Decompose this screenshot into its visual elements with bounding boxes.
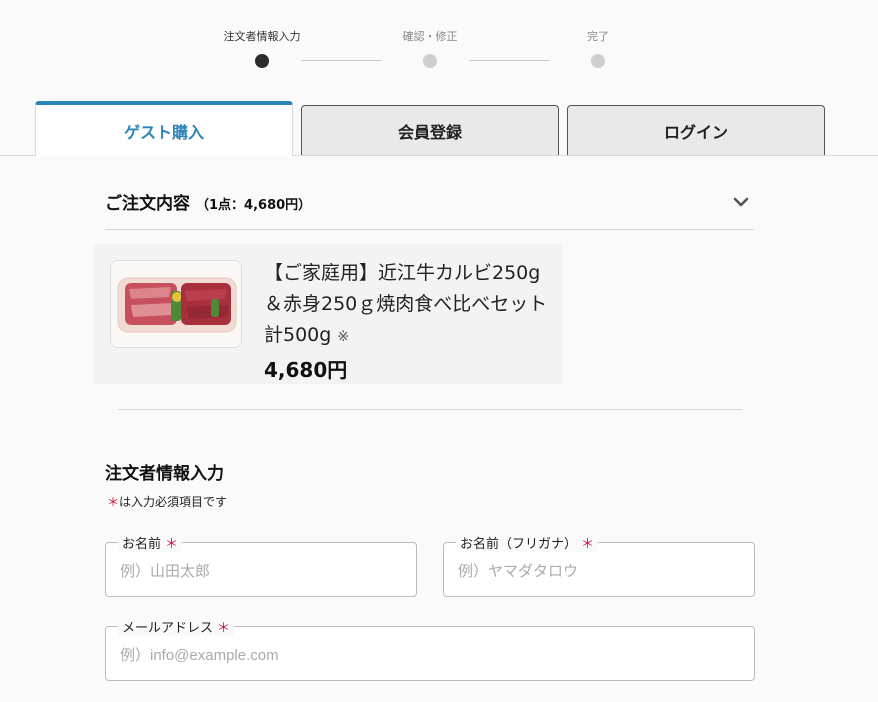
- name-label-text: お名前: [122, 537, 162, 552]
- product-name: 【ご家庭用】近江牛カルビ250g＆赤身250ｇ焼肉食べ比べセット計500g: [264, 262, 548, 346]
- step-label-order-info: 注文者情報入力: [223, 30, 301, 43]
- section-title-order-info: 注文者情報入力: [105, 464, 224, 484]
- email-field-label: メールアドレス＊: [118, 617, 235, 636]
- step-connector: [469, 60, 549, 61]
- name-kana-field: お名前（フリガナ）＊: [443, 533, 755, 597]
- product-note-mark: ※: [337, 329, 350, 345]
- step-label-confirm: 確認・修正: [402, 30, 458, 43]
- name-kana-input[interactable]: [458, 559, 740, 583]
- required-asterisk: ＊: [581, 537, 595, 552]
- email-label-text: メールアドレス: [122, 621, 214, 636]
- order-summary-count: （1点：4,680円）: [196, 198, 312, 213]
- step-dot-complete: [591, 54, 605, 68]
- email-input[interactable]: [120, 643, 740, 667]
- product-card: 【ご家庭用】近江牛カルビ250g＆赤身250ｇ焼肉食べ比べセット計500g ※ …: [94, 244, 563, 384]
- product-image: [110, 260, 242, 348]
- step-connector: [301, 60, 381, 61]
- email-field: メールアドレス＊: [105, 617, 755, 681]
- required-note: ＊は入力必須項目です: [107, 493, 227, 510]
- name-field-label: お名前＊: [118, 533, 183, 552]
- name-kana-field-label: お名前（フリガナ）＊: [456, 533, 599, 552]
- required-asterisk: ＊: [107, 495, 120, 509]
- meat-tray-illustration: [111, 261, 241, 347]
- order-summary-heading[interactable]: ご注文内容 （1点：4,680円）: [105, 189, 311, 214]
- required-note-text: は入力必須項目です: [119, 495, 228, 509]
- step-dot-order-info: [255, 54, 269, 68]
- divider: [105, 229, 755, 230]
- name-field: お名前＊: [105, 533, 417, 597]
- product-price: 4,680円: [264, 358, 348, 382]
- required-asterisk: ＊: [165, 537, 179, 552]
- name-input[interactable]: [120, 559, 402, 583]
- tab-guest-purchase[interactable]: ゲスト購入: [35, 101, 293, 156]
- chevron-down-icon[interactable]: [733, 195, 749, 209]
- product-name-block: 【ご家庭用】近江牛カルビ250g＆赤身250ｇ焼肉食べ比べセット計500g ※: [264, 258, 554, 353]
- tab-member-registration[interactable]: 会員登録: [301, 105, 559, 156]
- step-label-complete: 完了: [587, 30, 609, 43]
- order-summary-title: ご注文内容: [105, 194, 190, 214]
- divider: [118, 409, 742, 410]
- required-asterisk: ＊: [217, 621, 231, 636]
- tab-login[interactable]: ログイン: [567, 105, 825, 156]
- name-kana-label-text: お名前（フリガナ）: [460, 537, 578, 552]
- header-area: 注文者情報入力 確認・修正 完了 ゲスト購入 会員登録 ログイン: [0, 0, 878, 156]
- step-dot-confirm: [423, 54, 437, 68]
